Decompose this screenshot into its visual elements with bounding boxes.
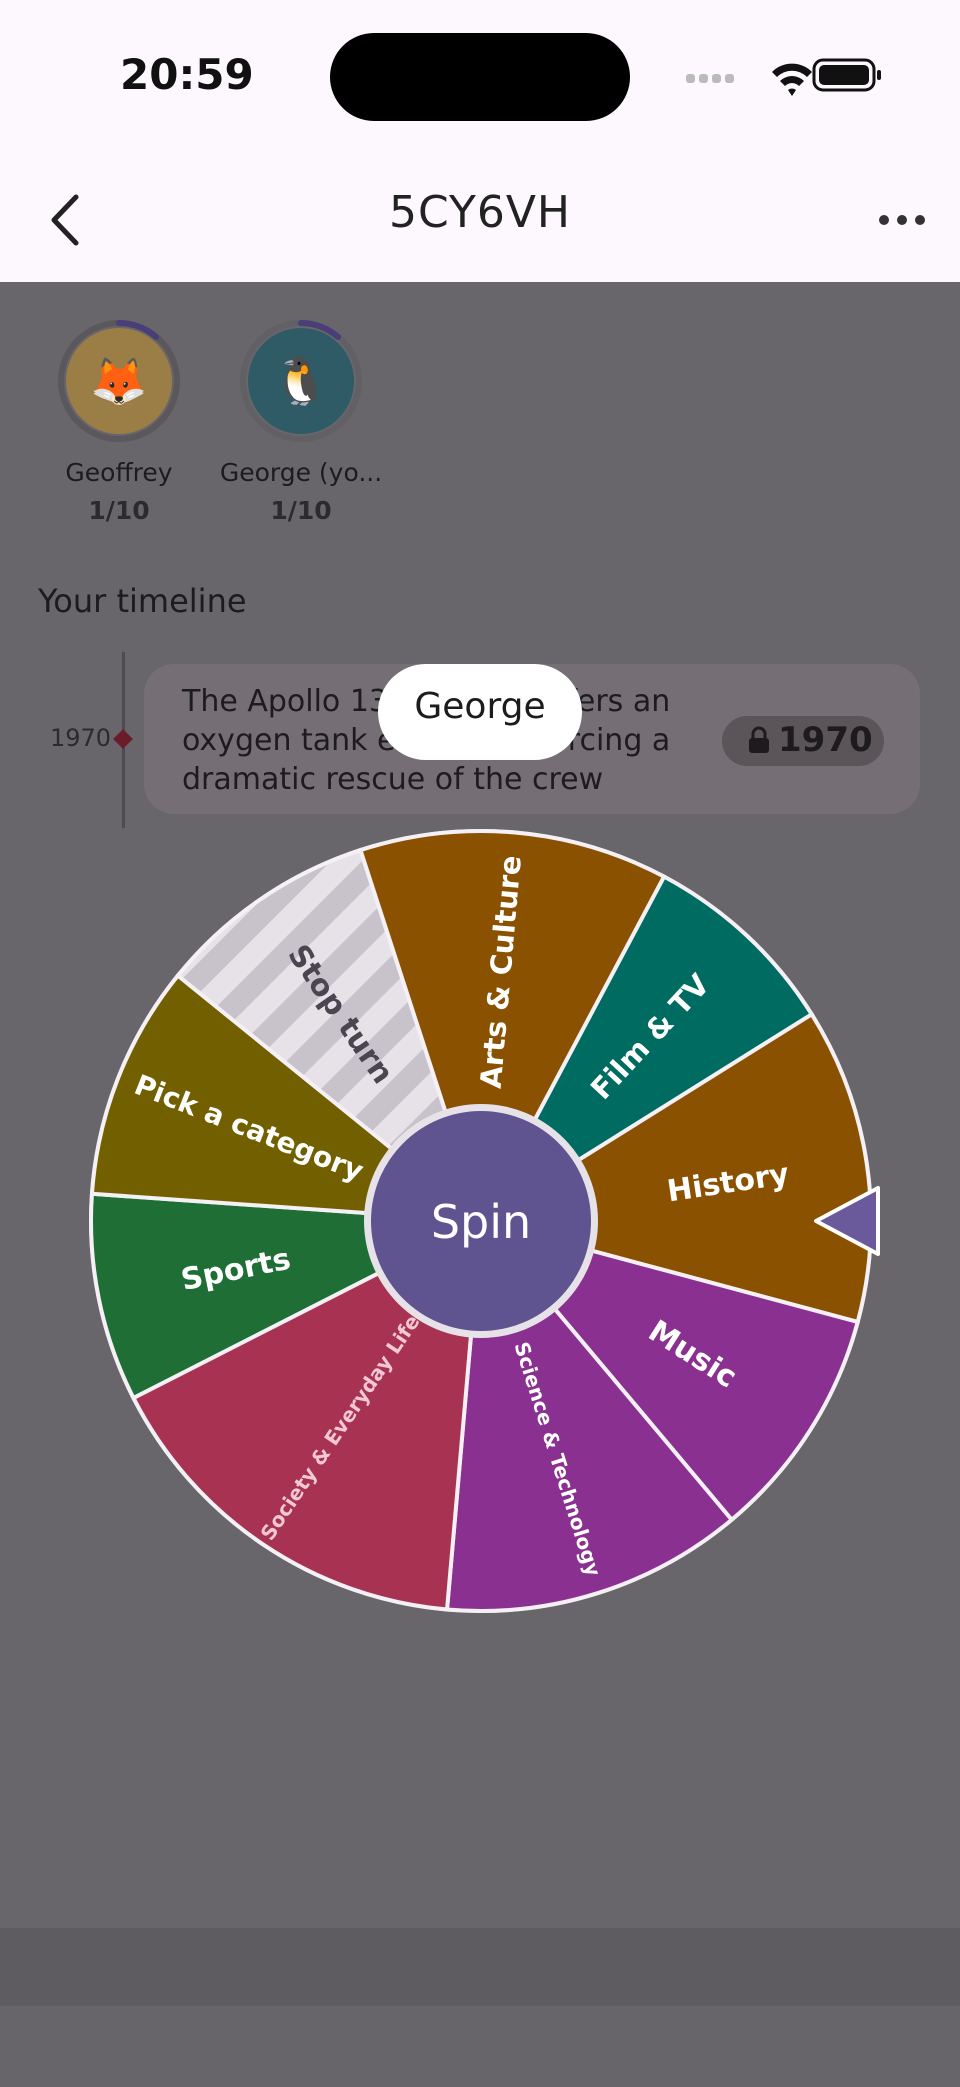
page-title: 5CY6VH (389, 187, 571, 238)
penguin-icon: 🐧 (272, 354, 330, 408)
player-avatar-george[interactable]: 🐧 (248, 328, 354, 434)
player-avatar-geoffrey[interactable]: 🦊 (66, 328, 172, 434)
year-chip: 1970 (722, 716, 884, 766)
category-wheel[interactable]: SportsPick a categoryStop turn Arts & Cul… (86, 826, 876, 1616)
nav-bar: 5CY6VH (0, 155, 960, 282)
status-icons (686, 58, 881, 96)
battery-icon (812, 58, 881, 92)
status-bar: 20:59 (0, 0, 960, 155)
dynamic-island (330, 33, 630, 121)
player-score: 1/10 (88, 496, 150, 525)
bottom-bar (0, 1928, 960, 2006)
signal-icon (686, 74, 734, 83)
year-chip-label: 1970 (778, 720, 873, 760)
spin-label: Spin (431, 1195, 531, 1249)
player-name: Geoffrey (65, 458, 173, 487)
status-time: 20:59 (120, 50, 254, 99)
current-turn-toast: George (378, 664, 582, 760)
more-options-icon[interactable] (872, 195, 932, 245)
timeline-year: 1970 (50, 724, 112, 752)
player-score: 1/10 (270, 496, 332, 525)
lock-icon (749, 726, 769, 753)
wheel-pointer-icon (814, 1186, 880, 1256)
bottom-safe-area (0, 2006, 960, 2087)
current-turn-player: George (414, 686, 546, 727)
timeline-heading: Your timeline (38, 582, 247, 620)
fox-icon: 🦊 (90, 354, 148, 408)
wifi-icon (772, 63, 812, 96)
player-name: George (yo... (219, 458, 383, 487)
